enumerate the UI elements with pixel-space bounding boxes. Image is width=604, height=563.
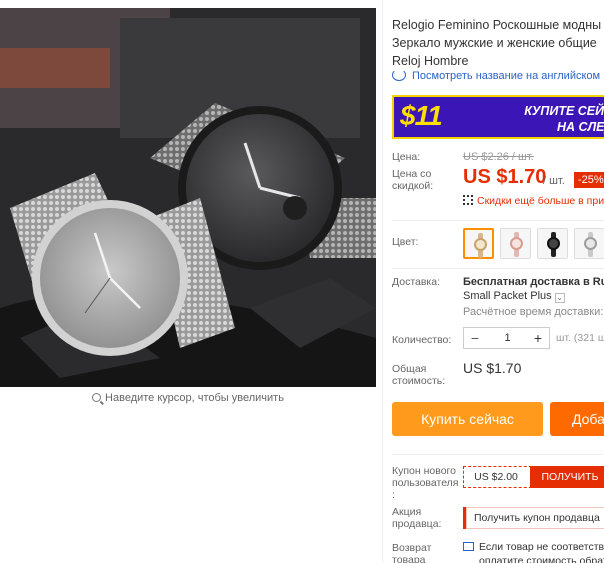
zoom-hint-text: Наведите курсор, чтобы увеличить: [105, 392, 284, 404]
promo-line: НА СЛЕДУ: [557, 120, 604, 134]
label-line: Общая: [392, 363, 427, 375]
coupon-amount: US $2.00: [474, 471, 518, 483]
label-line: товара: [392, 554, 426, 563]
label-line: продавца:: [392, 518, 442, 530]
price-label: Цена:: [392, 151, 421, 163]
app-deal-text: Скидки ещё больше в при: [477, 195, 604, 207]
shipping-label: Доставка:: [392, 276, 441, 288]
label-line: стоимость:: [392, 375, 446, 387]
returns-line: оплатите стоимость обрати: [479, 555, 604, 563]
discount-price-label: Цена со скидкой:: [392, 168, 433, 192]
returns-line: Если товар не соответству: [479, 541, 604, 553]
section-divider: [392, 268, 604, 269]
magnifier-icon: [92, 393, 102, 402]
promo-text: КУПИТЕ СЕЙЧА НА СЛЕДУ: [512, 103, 604, 135]
translate-icon: [392, 69, 406, 81]
new-user-coupon: US $2.00 ПОЛУЧИТЬ: [463, 466, 604, 488]
color-swatch-rose[interactable]: [500, 228, 531, 259]
delivery-time: Расчётное время доставки: 5: [463, 306, 604, 318]
app-deal-link[interactable]: Скидки ещё больше в при: [463, 195, 604, 207]
color-swatch-gold[interactable]: [463, 228, 494, 259]
quantity-stepper: − 1 +: [463, 327, 550, 349]
add-to-cart-button[interactable]: Доба: [550, 402, 604, 436]
get-coupon-button[interactable]: ПОЛУЧИТЬ: [530, 466, 604, 488]
translate-link[interactable]: Посмотреть название на английском: [392, 69, 600, 82]
title-line: Relogio Feminino Роскошные модны: [392, 18, 602, 32]
total-price: US $1.70: [463, 360, 522, 376]
seller-promo-label: Акция продавца:: [392, 506, 441, 530]
title-line: Reloj Hombre: [392, 54, 469, 68]
stock-count: шт. (321 ш: [556, 332, 604, 344]
zoom-hint: Наведите курсор, чтобы увеличить: [0, 392, 376, 404]
label-line: Цена со: [392, 168, 432, 180]
new-user-coupon-label: Купон нового пользователя :: [392, 465, 459, 501]
watch-face: [510, 237, 523, 250]
watch-face: [547, 237, 560, 250]
label-line: скидкой:: [392, 180, 434, 192]
seller-coupon-button[interactable]: Получить купон продавца: [463, 507, 604, 529]
chevron-down-icon[interactable]: ⌄: [554, 293, 565, 303]
section-divider: [392, 454, 604, 455]
product-title: Relogio Feminino Роскошные модны Зеркало…: [392, 16, 604, 70]
promo-price: $11: [400, 100, 443, 131]
shipping-main-text: Бесплатная доставка в Russ: [463, 276, 604, 288]
color-swatch-black[interactable]: [537, 228, 568, 259]
label-line: :: [392, 489, 395, 501]
returns-icon: [463, 542, 474, 551]
increase-button[interactable]: +: [527, 328, 549, 348]
color-label: Цвет:: [392, 236, 419, 248]
current-price: US $1.70: [463, 166, 547, 188]
discount-badge: -25%: [574, 172, 604, 188]
watch-face: [474, 238, 487, 251]
promo-line: КУПИТЕ СЕЙЧА: [524, 104, 604, 118]
returns-info: Если товар не соответству оплатите стоим…: [463, 540, 604, 563]
total-label: Общая стоимость:: [392, 363, 445, 387]
shipping-method-text: Small Packet Plus: [463, 290, 552, 302]
price-unit: / шт.: [543, 175, 565, 187]
label-line: Возврат: [392, 542, 432, 554]
quantity-label: Количество:: [392, 334, 452, 346]
color-swatches: [463, 228, 604, 262]
product-image[interactable]: [0, 8, 376, 387]
section-divider: [392, 220, 604, 221]
title-line: Зеркало мужские и женские общие: [392, 36, 597, 50]
product-page: Наведите курсор, чтобы увеличить Relogio…: [0, 0, 604, 563]
product-details: Relogio Feminino Роскошные модны Зеркало…: [392, 0, 604, 563]
label-line: Купон нового: [392, 465, 456, 477]
original-price: US $2.26 / шт.: [463, 151, 534, 163]
translate-link-text: Посмотреть название на английском: [412, 70, 601, 82]
buy-now-button[interactable]: Купить сейчас: [392, 402, 543, 436]
quantity-input[interactable]: 1: [486, 328, 529, 348]
label-line: Акция: [392, 506, 422, 518]
promo-banner[interactable]: $11 КУПИТЕ СЕЙЧА НА СЛЕДУ: [392, 95, 604, 139]
shipping-main: Бесплатная доставка в Russ: [463, 276, 604, 288]
watches-illustration: [0, 8, 376, 387]
color-swatch-silver[interactable]: [574, 228, 604, 259]
watch-face: [584, 237, 597, 250]
column-divider: [382, 0, 383, 563]
returns-label: Возврат товара: [392, 542, 431, 563]
shipping-method[interactable]: Small Packet Plus ⌄: [463, 290, 565, 303]
decrease-button[interactable]: −: [464, 328, 486, 348]
label-line: пользователя: [392, 477, 459, 489]
qr-code-icon: [463, 195, 473, 205]
